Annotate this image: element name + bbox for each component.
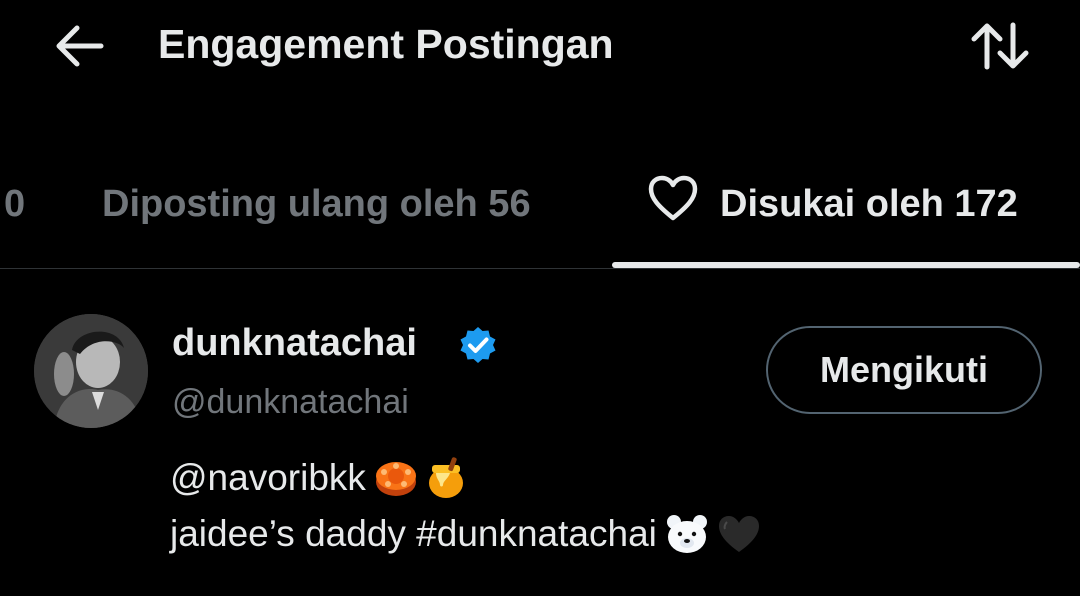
polar-bear-emoji-icon <box>666 515 707 553</box>
bio-line-1: @navoribkk <box>170 450 761 506</box>
arrow-left-icon <box>56 25 104 67</box>
avatar-photo <box>34 314 148 428</box>
page-title: Engagement Postingan <box>158 21 614 67</box>
tab-label: Disukai oleh 172 <box>720 182 1018 225</box>
display-name[interactable]: dunknatachai <box>172 320 417 366</box>
header: Engagement Postingan <box>0 0 1080 120</box>
user-handle: @dunknatachai <box>172 383 409 421</box>
honey-pot-emoji-icon <box>428 457 463 498</box>
user-bio: @navoribkk jaidee’s daddy #dunknatachai <box>170 450 761 562</box>
bio-text: jaidee’s daddy #dunknatachai <box>170 513 657 554</box>
tab-label: 0 <box>4 182 26 225</box>
user-list-item[interactable]: dunknatachai @dunknatachai Mengikuti @na… <box>0 268 1080 596</box>
tab-likes[interactable]: Disukai oleh 172 <box>612 145 1080 263</box>
back-button[interactable] <box>52 22 106 70</box>
sort-button[interactable] <box>968 20 1032 72</box>
bio-mention[interactable]: @navoribkk <box>170 450 366 506</box>
sort-arrows-icon <box>971 22 1029 70</box>
tab-quotes[interactable]: 0 <box>4 145 25 263</box>
mooncake-emoji-icon <box>375 462 416 496</box>
tab-label: Diposting ulang oleh 56 <box>102 182 531 225</box>
avatar[interactable] <box>34 314 148 428</box>
following-button[interactable]: Mengikuti <box>766 326 1042 414</box>
heart-icon <box>648 175 698 221</box>
bio-line-2: jaidee’s daddy #dunknatachai <box>170 506 761 562</box>
tab-reposts[interactable]: Diposting ulang oleh 56 <box>102 145 531 263</box>
engagement-tabs: 0 Diposting ulang oleh 56 Disukai oleh 1… <box>0 150 1080 269</box>
verified-badge-icon <box>460 327 496 363</box>
black-heart-emoji-icon <box>718 516 759 552</box>
